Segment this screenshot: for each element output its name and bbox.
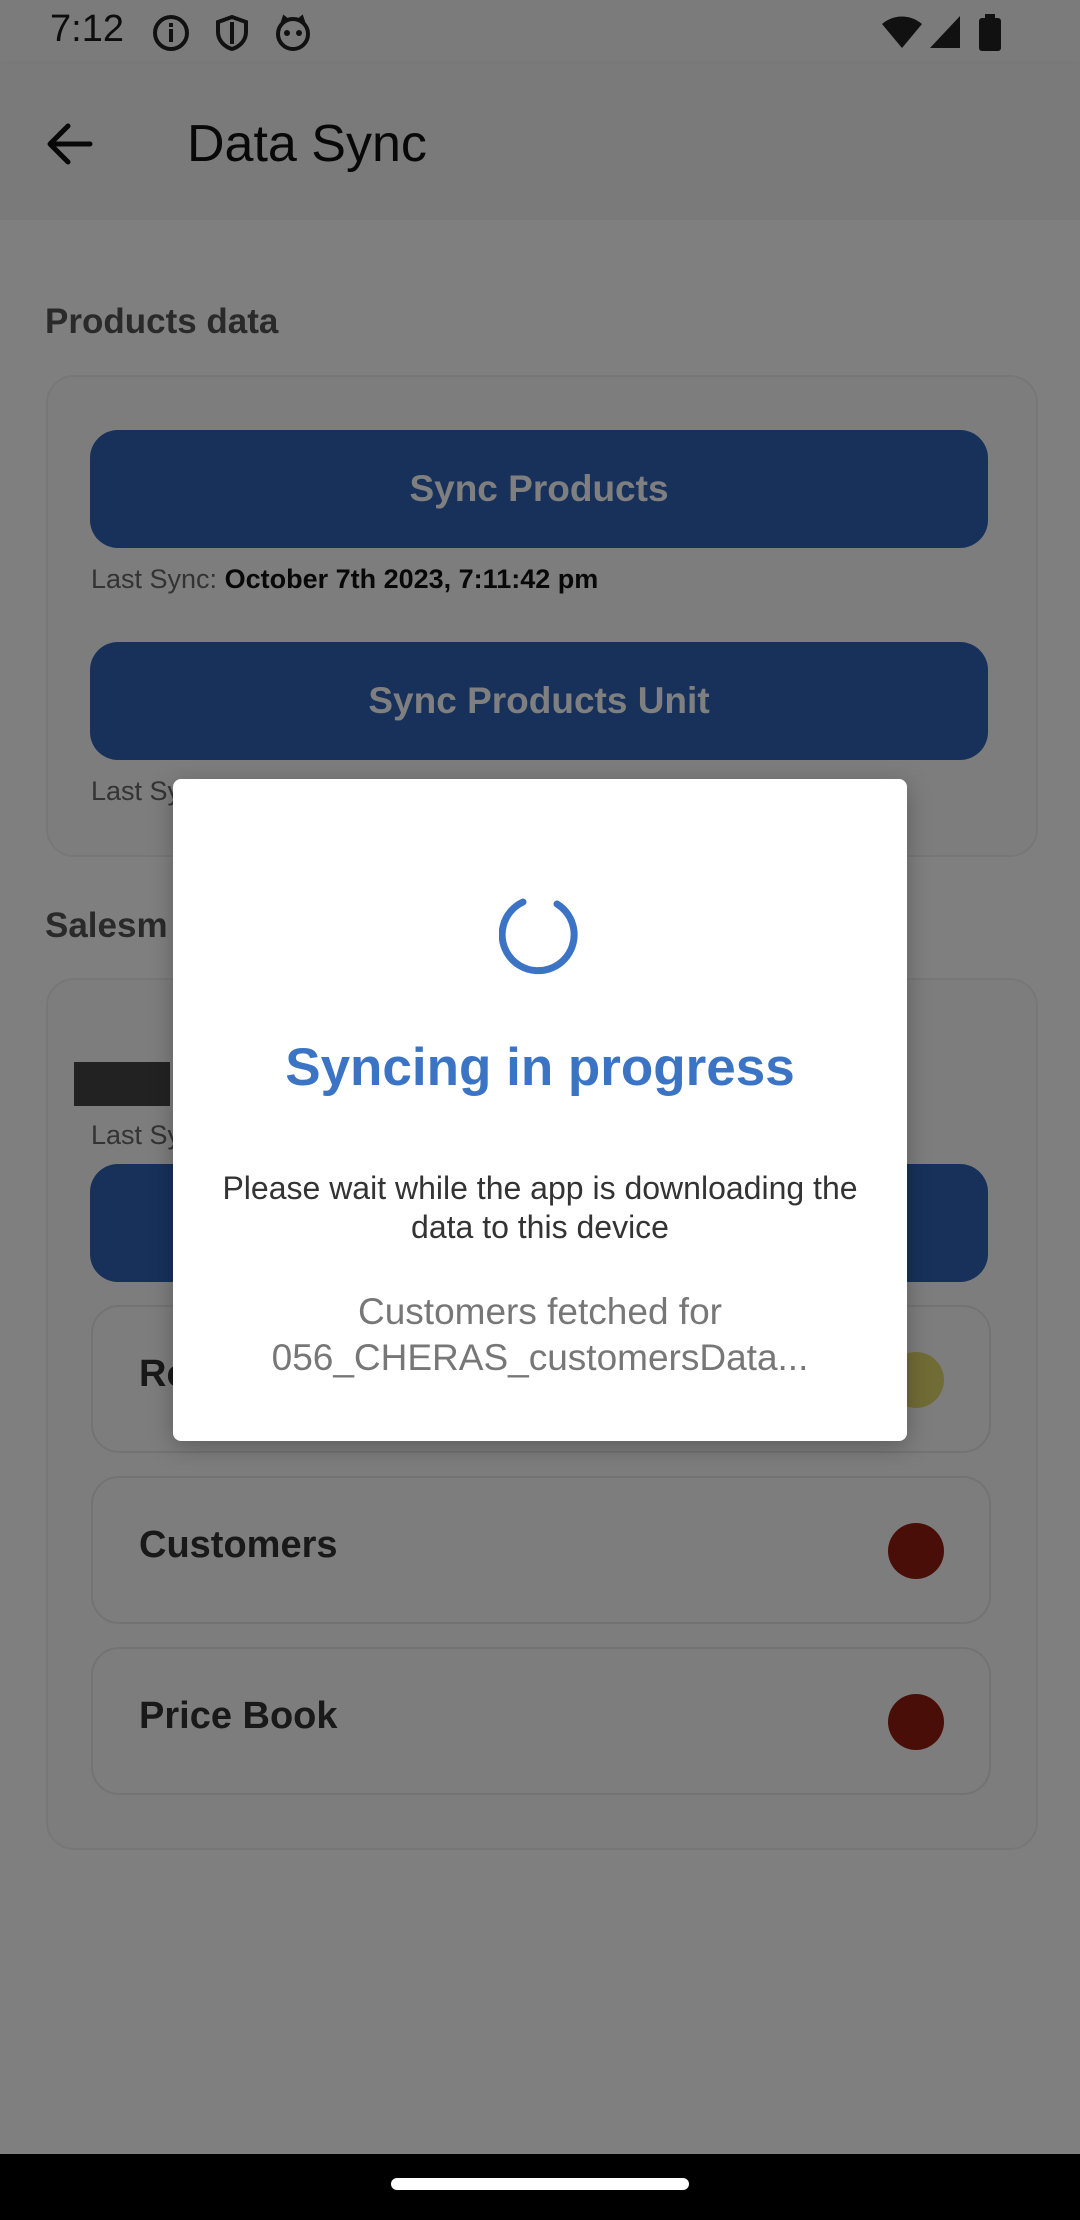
home-handle[interactable] <box>391 2178 689 2190</box>
dialog-message: Please wait while the app is downloading… <box>222 1170 858 1245</box>
dialog-title: Syncing in progress <box>285 1038 795 1097</box>
sync-progress-dialog: Syncing in progress Please wait while th… <box>173 779 907 1441</box>
loading-spinner-icon <box>499 898 578 975</box>
dialog-status-text: Customers fetched for 056_CHERAS_custome… <box>271 1291 809 1378</box>
